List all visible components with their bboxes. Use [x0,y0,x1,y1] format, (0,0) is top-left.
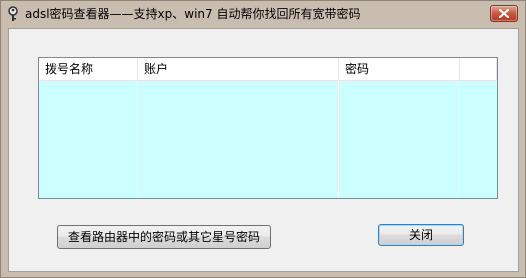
list-header: 拨号名称 账户 密码 [39,58,497,81]
close-window-button[interactable] [490,5,518,22]
list-body[interactable] [39,81,497,198]
close-icon [499,9,509,18]
column-divider [338,81,339,198]
view-router-password-button[interactable]: 查看路由器中的密码或其它星号密码 [57,225,271,249]
password-list[interactable]: 拨号名称 账户 密码 [38,57,498,199]
key-icon [7,6,19,22]
column-header-password[interactable]: 密码 [339,58,460,80]
column-header-empty [460,58,497,80]
client-area: 拨号名称 账户 密码 查看路由器中的密码或其它星号密码 关闭 [8,28,519,272]
close-button[interactable]: 关闭 [378,224,464,246]
app-window: adsl密码查看器——支持xp、win7 自动帮你找回所有宽带密码 拨号名称 账… [0,0,526,278]
column-divider [459,81,460,198]
column-header-account[interactable]: 账户 [138,58,339,80]
column-header-dial-name[interactable]: 拨号名称 [39,58,138,80]
title-bar[interactable]: adsl密码查看器——支持xp、win7 自动帮你找回所有宽带密码 [1,1,525,27]
window-title: adsl密码查看器——支持xp、win7 自动帮你找回所有宽带密码 [25,7,361,21]
column-divider [137,81,138,198]
